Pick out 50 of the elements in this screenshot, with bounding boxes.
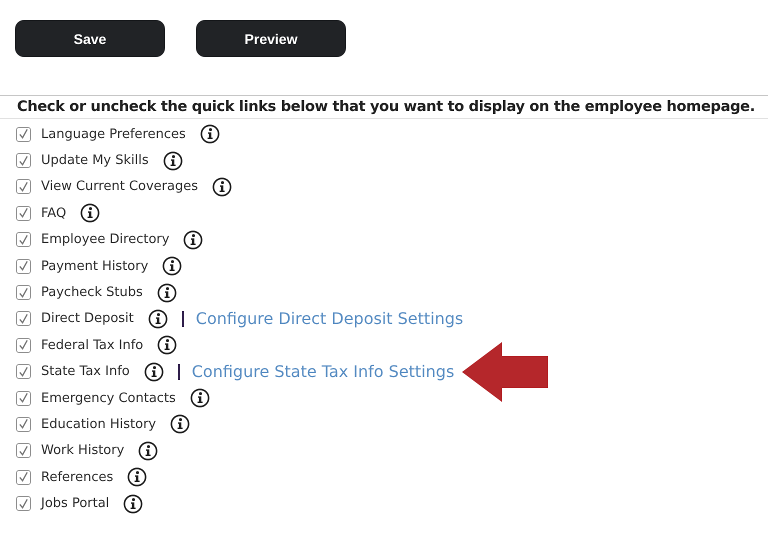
info-icon[interactable]: [144, 362, 164, 382]
quick-link-label: Language Preferences: [41, 126, 186, 142]
separator-bar: [178, 364, 180, 380]
quick-link-label: State Tax Info: [41, 364, 130, 380]
instruction-text: Check or uncheck the quick links below that you want to display on the employee homepage.: [0, 95, 768, 119]
quick-link-label: Direct Deposit: [41, 311, 134, 326]
quick-link-label: Payment History: [41, 258, 148, 274]
info-icon[interactable]: [156, 282, 177, 303]
quick-link-label: Work History: [41, 443, 124, 458]
quick-link-label: Paycheck Stubs: [41, 285, 143, 300]
checkbox[interactable]: [16, 258, 31, 274]
action-button[interactable]: Preview: [196, 20, 346, 57]
checkbox[interactable]: [16, 179, 31, 194]
action-button[interactable]: Save: [15, 20, 165, 57]
info-icon[interactable]: [183, 230, 204, 250]
info-icon[interactable]: [157, 335, 178, 356]
checkbox[interactable]: [16, 443, 31, 458]
quick-link-label: Jobs Portal: [41, 496, 110, 512]
checkbox[interactable]: [16, 206, 31, 221]
info-icon[interactable]: [190, 388, 210, 408]
checkbox[interactable]: [16, 416, 31, 432]
quick-link-label: References: [41, 470, 114, 485]
checkbox[interactable]: [16, 496, 31, 512]
info-icon[interactable]: [212, 176, 232, 197]
quick-link-label: View Current Coverages: [41, 179, 198, 194]
checkbox[interactable]: [16, 390, 31, 406]
info-icon[interactable]: [148, 308, 168, 329]
info-icon[interactable]: [138, 440, 158, 461]
checkbox[interactable]: [16, 126, 31, 142]
info-icon[interactable]: [162, 150, 183, 171]
quick-link-label: Emergency Contacts: [41, 390, 176, 406]
info-icon[interactable]: [162, 256, 182, 276]
quick-link-label: Employee Directory: [41, 232, 170, 248]
info-icon[interactable]: [123, 494, 144, 514]
checkbox[interactable]: [16, 364, 31, 380]
quick-link-label: Federal Tax Info: [41, 338, 144, 353]
checkbox[interactable]: [16, 470, 31, 485]
info-icon[interactable]: [170, 414, 190, 434]
separator-bar: [182, 310, 184, 327]
checkbox[interactable]: [16, 285, 31, 300]
quick-link-label: Update My Skills: [41, 153, 149, 168]
info-icon[interactable]: [80, 203, 100, 224]
quick-link-label: Education History: [41, 416, 156, 432]
quick-link-label: FAQ: [41, 206, 66, 221]
checkbox[interactable]: [16, 153, 31, 168]
checkbox[interactable]: [16, 311, 31, 326]
checkbox[interactable]: [16, 338, 31, 353]
info-icon[interactable]: [200, 124, 220, 144]
info-icon[interactable]: [127, 467, 148, 488]
checkbox[interactable]: [16, 232, 31, 248]
